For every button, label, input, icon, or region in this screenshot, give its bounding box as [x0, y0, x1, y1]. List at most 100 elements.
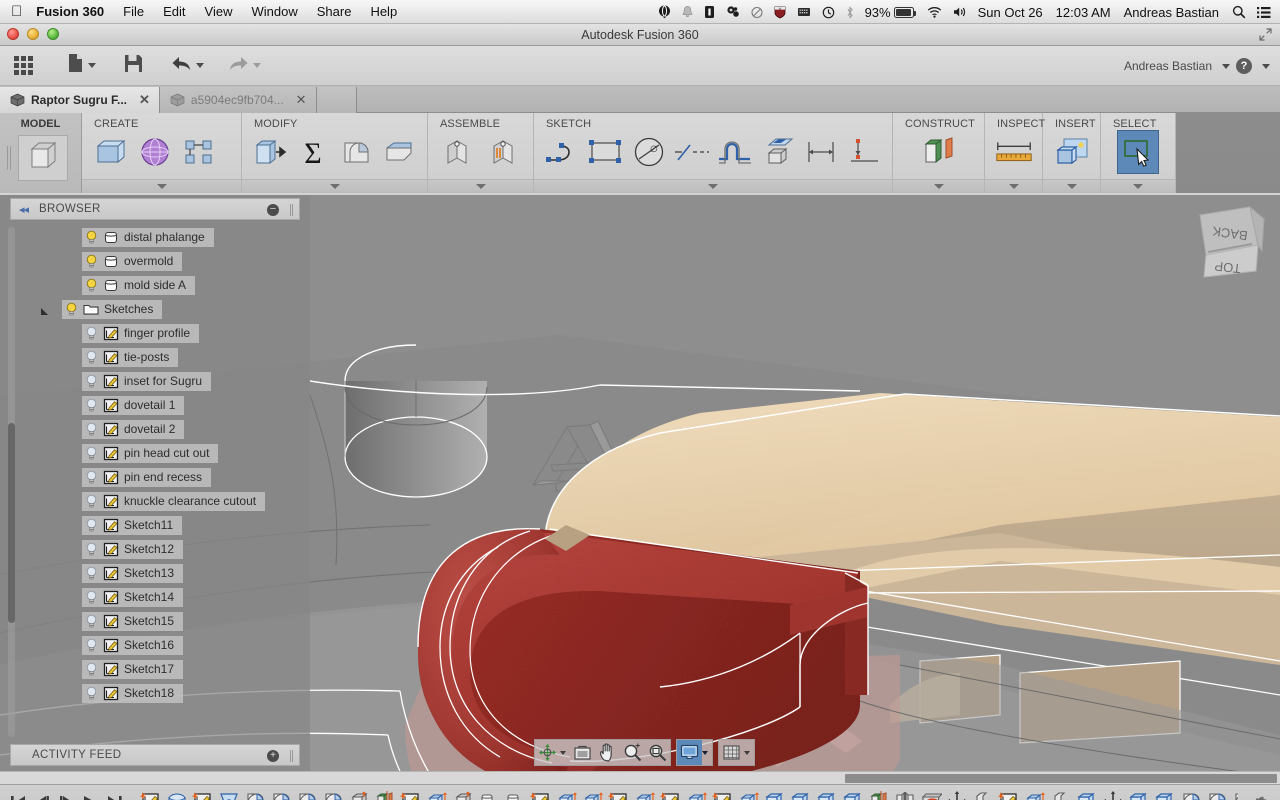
ribbon-group-expander[interactable]	[242, 179, 427, 193]
chevron-down-icon[interactable]	[1262, 63, 1270, 69]
timeline-feature-draft-icon[interactable]	[1050, 789, 1072, 800]
timeline-feature-sweep-icon[interactable]	[920, 789, 942, 800]
lightbulb-off-icon[interactable]	[85, 326, 98, 341]
grid-snap-button[interactable]	[719, 740, 744, 765]
timeline-feature-fillet-icon[interactable]	[322, 789, 344, 800]
sketch-project-button[interactable]	[757, 130, 798, 174]
lightbulb-off-icon[interactable]	[85, 590, 98, 605]
minimize-icon[interactable]: −	[267, 204, 279, 216]
sketch-offset-button[interactable]	[714, 130, 755, 174]
chamfer-button[interactable]	[378, 130, 419, 174]
timeline-feature-shell-icon[interactable]	[348, 789, 370, 800]
lightbulb-off-icon[interactable]	[85, 518, 98, 533]
window-controls[interactable]	[7, 28, 59, 40]
lightbulb-off-icon[interactable]	[85, 662, 98, 677]
lightbulb-off-icon[interactable]	[85, 638, 98, 653]
browser-item-pill[interactable]: tie-posts	[82, 347, 179, 367]
fillet-button[interactable]	[336, 130, 377, 174]
browser-item-tie-posts[interactable]: tie-posts	[0, 345, 310, 369]
menu-share[interactable]: Share	[317, 4, 352, 19]
play-button[interactable]	[80, 791, 100, 800]
joint-button[interactable]	[436, 130, 478, 174]
redo-button[interactable]	[222, 51, 267, 81]
display-settings-button[interactable]	[677, 740, 702, 765]
lightbulb-off-icon[interactable]	[85, 614, 98, 629]
browser-item-pill[interactable]: Sketch14	[82, 587, 184, 607]
go-to-end-button[interactable]	[104, 791, 124, 800]
insert-decal-button[interactable]	[1051, 130, 1092, 174]
ribbon-group-expander[interactable]	[534, 179, 892, 193]
construction-plane-button[interactable]	[918, 130, 960, 174]
sketch-line-button[interactable]	[671, 130, 712, 174]
chevron-down-icon[interactable]	[744, 750, 750, 755]
dimension-vertical-button[interactable]	[843, 130, 884, 174]
browser-item-pill[interactable]: distal phalange	[82, 227, 214, 247]
timeline-feature-combine-icon[interactable]	[816, 789, 838, 800]
ribbon-group-expander[interactable]	[82, 179, 241, 193]
menu-edit[interactable]: Edit	[163, 4, 185, 19]
create-box-button[interactable]	[90, 130, 132, 174]
account-name-label[interactable]: Andreas Bastian	[1124, 59, 1212, 73]
panel-grip[interactable]	[290, 750, 293, 762]
browser-item-distal-phalange[interactable]: distal phalange	[0, 225, 310, 249]
timeline-feature-combine-icon[interactable]	[842, 789, 864, 800]
go-to-beginning-button[interactable]	[8, 791, 28, 800]
view-cube[interactable]: BACK TOP	[1178, 197, 1272, 285]
bell-icon[interactable]	[682, 5, 693, 19]
browser-item-sketch16[interactable]: Sketch16	[0, 633, 310, 657]
fit-button[interactable]	[645, 740, 670, 765]
1password-icon[interactable]	[704, 5, 715, 19]
timeline-feature-shell-icon[interactable]	[452, 789, 474, 800]
activity-feed-bar[interactable]: ACTIVITY FEED +	[10, 744, 300, 766]
lightbulb-off-icon[interactable]	[85, 494, 98, 509]
lightbulb-off-icon[interactable]	[85, 422, 98, 437]
close-window-button[interactable]	[7, 28, 19, 40]
shield-icon[interactable]: W	[774, 5, 786, 19]
chevron-down-icon[interactable]	[702, 750, 708, 755]
timeline-horizontal-scrollbar[interactable]	[0, 771, 1280, 784]
timeline-feature-fillet-icon[interactable]	[296, 789, 318, 800]
timeline-feature-loft-icon[interactable]	[218, 789, 240, 800]
timeline-feature-fillet-icon[interactable]	[1180, 789, 1202, 800]
measure-button[interactable]	[993, 130, 1035, 174]
browser-item-pill[interactable]: knuckle clearance cutout	[82, 491, 266, 511]
browser-item-pill[interactable]: Sketch11	[82, 515, 183, 535]
gear-icon[interactable]	[1250, 795, 1270, 800]
pan-button[interactable]	[595, 740, 620, 765]
document-tab-inactive[interactable]: a5904ec9fb704... ✕	[159, 87, 317, 113]
sketch-circle-button[interactable]: ∅	[628, 130, 669, 174]
document-tab-active[interactable]: Raptor Sugru F... ✕	[0, 87, 160, 113]
lightbulb-off-icon[interactable]	[85, 446, 98, 461]
maximize-window-button[interactable]	[47, 28, 59, 40]
time-machine-icon[interactable]	[822, 6, 835, 19]
step-back-button[interactable]	[32, 791, 52, 800]
timeline-feature-combine-icon[interactable]	[764, 789, 786, 800]
wifi-icon[interactable]	[927, 6, 942, 18]
bluetooth-icon[interactable]	[846, 5, 854, 19]
menu-file[interactable]: File	[123, 4, 144, 19]
window-select-button[interactable]	[1117, 130, 1159, 174]
timeline-feature-extrude-icon[interactable]	[582, 789, 604, 800]
browser-item-finger-profile[interactable]: finger profile	[0, 321, 310, 345]
timeline-feature-extrude-icon[interactable]	[738, 789, 760, 800]
browser-item-pill[interactable]: Sketch15	[82, 611, 184, 631]
create-pattern-button[interactable]	[178, 130, 220, 174]
apple-logo-icon[interactable]: 	[11, 4, 22, 19]
lightbulb-on-icon[interactable]	[85, 254, 98, 269]
browser-item-sketch17[interactable]: Sketch17	[0, 657, 310, 681]
browser-item-pill[interactable]: dovetail 2	[82, 419, 185, 439]
add-tab-slot[interactable]	[316, 87, 357, 113]
browser-item-pin-end-recess[interactable]: pin end recess	[0, 465, 310, 489]
lightbulb-off-icon[interactable]	[85, 542, 98, 557]
zoom-button[interactable]	[620, 740, 645, 765]
close-tab-icon[interactable]: ✕	[139, 92, 150, 108]
timeline-feature-sketch-icon[interactable]	[400, 789, 422, 800]
timeline-feature-fillet-icon[interactable]	[1232, 789, 1238, 800]
lightbulb-off-icon[interactable]	[85, 686, 98, 701]
browser-item-pill[interactable]: Sketch17	[82, 659, 184, 679]
do-not-disturb-icon[interactable]	[751, 6, 763, 19]
browser-item-pill[interactable]: dovetail 1	[82, 395, 185, 415]
browser-item-knuckle-clearance-cutout[interactable]: knuckle clearance cutout	[0, 489, 310, 513]
timeline-feature-delete-face-icon[interactable]	[504, 789, 526, 800]
browser-item-pill[interactable]: inset for Sugru	[82, 371, 212, 391]
